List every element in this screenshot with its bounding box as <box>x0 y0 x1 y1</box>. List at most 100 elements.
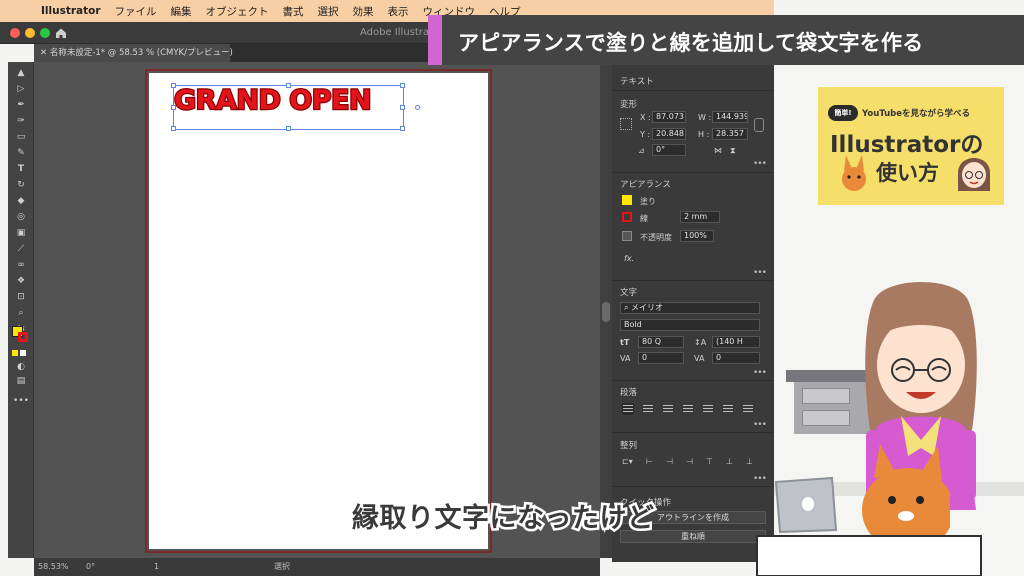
align-to-icon[interactable]: ⊏▾ <box>622 457 633 466</box>
resize-handle[interactable] <box>171 105 176 110</box>
justify-right-icon[interactable] <box>722 403 734 415</box>
screen-mode-icon[interactable]: ▤ <box>12 374 30 388</box>
menu-view[interactable]: 表示 <box>381 4 416 19</box>
transform-title: 変形 <box>620 100 638 110</box>
h-field[interactable]: 28.357 <box>712 128 748 140</box>
close-tab-icon[interactable]: ✕ <box>40 48 50 58</box>
w-field[interactable]: 144.939 <box>712 111 748 123</box>
resize-handle[interactable] <box>171 83 176 88</box>
current-tool-label: 選択 <box>274 562 290 571</box>
brush-tool-icon[interactable]: ✎ <box>12 146 30 160</box>
document-tab[interactable]: ✕ 名称未設定-1* @ 58.53 % (CMYK/プレビュー) <box>34 44 233 62</box>
paragraph-more-icon[interactable]: ••• <box>753 420 767 430</box>
zoom-window-button[interactable] <box>40 28 50 38</box>
selection-bounding-box[interactable] <box>171 83 420 131</box>
artboard-tool-icon[interactable]: ⊡ <box>12 290 30 304</box>
blend-tool-icon[interactable]: ∞ <box>12 258 30 272</box>
menu-select[interactable]: 選択 <box>311 4 346 19</box>
align-right-edges-icon[interactable]: ⊣ <box>686 457 693 466</box>
angle-field[interactable]: 0° <box>652 144 686 156</box>
appearance-fill-swatch[interactable] <box>622 195 632 205</box>
menu-file[interactable]: ファイル <box>108 4 164 19</box>
opacity-field[interactable]: 100% <box>680 230 714 242</box>
align-horizontal-centers-icon[interactable]: ⊣ <box>666 457 673 466</box>
eraser-tool-icon[interactable]: ◆ <box>12 194 30 208</box>
rotation-view[interactable]: 0° <box>86 558 95 576</box>
scrollbar-thumb[interactable] <box>602 302 610 322</box>
color-mode-icon[interactable] <box>12 350 18 356</box>
menu-type[interactable]: 書式 <box>276 4 311 19</box>
font-style-select[interactable]: Bold <box>620 319 760 331</box>
character-more-icon[interactable]: ••• <box>753 368 767 378</box>
text-threading-port[interactable] <box>415 105 420 110</box>
resize-handle[interactable] <box>400 126 405 131</box>
align-bottom-edges-icon[interactable]: ⊥ <box>746 457 753 466</box>
banner-accent <box>428 15 442 65</box>
draw-mode-icon[interactable]: ◐ <box>12 360 30 374</box>
align-left-icon[interactable] <box>622 403 634 415</box>
zoom-tool-icon[interactable]: ⌕ <box>12 306 30 320</box>
artboard[interactable] <box>149 73 488 549</box>
justify-all-icon[interactable] <box>742 403 754 415</box>
resize-handle[interactable] <box>286 126 291 131</box>
fx-button[interactable]: fx. <box>624 254 634 263</box>
resize-handle[interactable] <box>171 126 176 131</box>
menu-object[interactable]: オブジェクト <box>199 4 276 19</box>
x-field[interactable]: 87.073 <box>652 111 686 123</box>
align-more-icon[interactable]: ••• <box>753 474 767 484</box>
constrain-proportions-icon[interactable] <box>754 118 764 132</box>
resize-handle[interactable] <box>400 105 405 110</box>
type-tool-icon[interactable]: T <box>12 162 30 176</box>
close-window-button[interactable] <box>10 28 20 38</box>
appearance-more-icon[interactable]: ••• <box>753 268 767 278</box>
resize-handle[interactable] <box>400 83 405 88</box>
canvas[interactable]: GRAND OPEN <box>34 62 600 558</box>
zoom-level[interactable]: 58.53% <box>38 558 69 576</box>
align-left-edges-icon[interactable]: ⊢ <box>646 457 653 466</box>
align-top-edges-icon[interactable]: ⊤ <box>706 457 713 466</box>
eyedropper-tool-icon[interactable]: ⟋ <box>12 242 30 256</box>
edit-toolbar-icon[interactable]: ••• <box>12 394 30 408</box>
appearance-stroke-swatch[interactable] <box>622 212 632 222</box>
resize-handle[interactable] <box>286 83 291 88</box>
opacity-label: 不透明度 <box>640 233 672 242</box>
minimize-window-button[interactable] <box>25 28 35 38</box>
stroke-color-swatch[interactable] <box>18 332 28 342</box>
home-icon[interactable] <box>54 26 68 40</box>
y-field[interactable]: 20.848 <box>652 128 686 140</box>
reference-point-icon[interactable] <box>620 118 632 130</box>
font-size-field[interactable]: 80 Q <box>638 336 684 348</box>
transform-more-icon[interactable]: ••• <box>753 159 767 169</box>
stroke-weight-field[interactable]: 2 mm <box>680 211 720 223</box>
gradient-tool-icon[interactable]: ▣ <box>12 226 30 240</box>
flip-vertical-icon[interactable]: ⧗ <box>730 146 736 156</box>
rotate-tool-icon[interactable]: ↻ <box>12 178 30 192</box>
selection-tool-icon[interactable]: ▲ <box>12 66 30 80</box>
align-right-icon[interactable] <box>662 403 674 415</box>
shape-builder-tool-icon[interactable]: ◎ <box>12 210 30 224</box>
align-vertical-centers-icon[interactable]: ⊥ <box>726 457 733 466</box>
video-caption: 縁取り文字になったけど <box>350 501 657 537</box>
menu-effect[interactable]: 効果 <box>346 4 381 19</box>
artboard-number[interactable]: 1 <box>154 558 159 576</box>
pen-tool-icon[interactable]: ✒ <box>12 98 30 112</box>
kerning-field[interactable]: 0 <box>638 352 684 364</box>
font-family-select[interactable]: ⌕ メイリオ <box>620 302 760 314</box>
symbol-sprayer-tool-icon[interactable]: ❖ <box>12 274 30 288</box>
curvature-tool-icon[interactable]: ✑ <box>12 114 30 128</box>
leading-field[interactable]: (140 H <box>712 336 760 348</box>
vertical-scrollbar[interactable] <box>600 62 612 558</box>
direct-selection-tool-icon[interactable]: ▷ <box>12 82 30 96</box>
menu-app-name[interactable]: Illustrator <box>34 5 108 17</box>
menu-edit[interactable]: 編集 <box>164 4 199 19</box>
flip-horizontal-icon[interactable]: ⋈ <box>714 146 722 155</box>
justify-left-icon[interactable] <box>682 403 694 415</box>
align-center-icon[interactable] <box>642 403 654 415</box>
tracking-field[interactable]: 0 <box>712 352 760 364</box>
rectangle-tool-icon[interactable]: ▭ <box>12 130 30 144</box>
fill-label: 塗り <box>640 197 656 206</box>
justify-center-icon[interactable] <box>702 403 714 415</box>
tools-panel: ▲ ▷ ✒ ✑ ▭ ✎ T ↻ ◆ ◎ ▣ ⟋ ∞ ❖ ⊡ ⌕ ⇆ ◐ ▤ ••… <box>8 62 34 558</box>
divider <box>612 172 774 173</box>
gradient-mode-icon[interactable] <box>20 350 26 356</box>
